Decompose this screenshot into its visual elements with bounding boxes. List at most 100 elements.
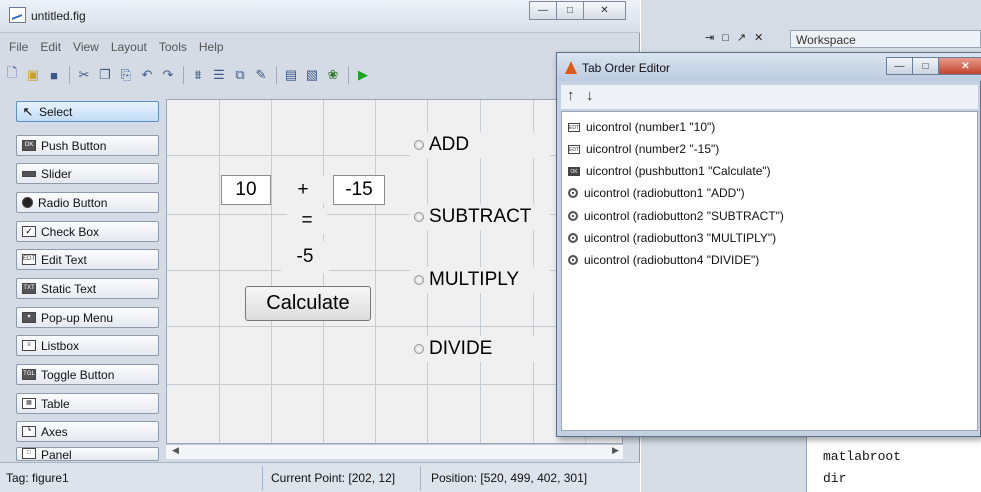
close-button[interactable]: ✕ (938, 57, 981, 75)
guide-window: untitled.fig — □ ✕ File Edit View Layout… (0, 0, 640, 492)
palette-edit-text[interactable]: EDT Edit Text (16, 249, 159, 270)
palette-label: Static Text (41, 281, 97, 296)
palette-panel[interactable]: □ Panel (16, 447, 159, 461)
radio-divide[interactable]: DIVIDE (410, 336, 550, 362)
radio-button-icon (568, 211, 578, 221)
minimize-button[interactable]: — (529, 1, 557, 20)
radio-multiply[interactable]: MULTIPLY (410, 267, 550, 293)
maximize-button[interactable]: □ (556, 1, 584, 20)
guide-window-controls: — □ ✕ (529, 1, 626, 20)
object-browser-icon[interactable]: ❀ (323, 65, 343, 85)
maximize-pane-icon[interactable]: □ (722, 32, 737, 44)
maximize-button[interactable]: □ (912, 57, 939, 75)
redo-icon[interactable]: ↷ (158, 65, 178, 85)
tab-order-item-label: uicontrol (radiobutton1 "ADD") (584, 186, 745, 200)
undo-icon[interactable]: ↶ (137, 65, 157, 85)
palette-popup-menu[interactable]: ▾ Pop-up Menu (16, 307, 159, 328)
radio-button-icon (568, 255, 578, 265)
check-box-icon: ✓ (22, 226, 36, 237)
save-icon[interactable]: ■ (44, 65, 64, 85)
layout-canvas[interactable]: 10 + -15 = -5 Calculate ADD SUBTRACT MUL… (166, 99, 623, 444)
tab-order-item[interactable]: uicontrol (radiobutton3 "MULTIPLY") (568, 229, 776, 247)
grid-line (271, 100, 272, 443)
listbox-icon: ≡ (22, 340, 36, 351)
palette-check-box[interactable]: ✓ Check Box (16, 221, 159, 242)
radio-subtract[interactable]: SUBTRACT (410, 204, 550, 230)
close-pane-icon[interactable]: ✕ (754, 32, 771, 44)
palette-label: Axes (41, 424, 68, 439)
align-objects-icon[interactable]: ⩩ (188, 65, 208, 85)
menu-tools[interactable]: Tools (154, 36, 194, 58)
arrow-cursor-icon: ↖ (22, 104, 34, 119)
grid-line (375, 100, 376, 443)
menu-layout[interactable]: Layout (106, 36, 154, 58)
palette-radio-button[interactable]: Radio Button (16, 192, 159, 213)
open-file-icon[interactable]: ▣ (23, 65, 43, 85)
move-up-icon[interactable]: ↑ (567, 87, 575, 104)
history-entry[interactable]: matlabroot (823, 449, 901, 464)
palette-listbox[interactable]: ≡ Listbox (16, 335, 159, 356)
history-entry[interactable]: dir (823, 471, 846, 486)
pin-icon[interactable]: ↗ (737, 32, 754, 44)
palette-toggle-button[interactable]: TGL Toggle Button (16, 364, 159, 385)
tab-order-editor-title: Tab Order Editor (582, 61, 671, 75)
palette-label: Pop-up Menu (41, 310, 114, 325)
menu-view[interactable]: View (68, 36, 106, 58)
radio-dot-icon (414, 344, 424, 354)
figure-file-icon (9, 7, 26, 23)
workspace-tab[interactable]: Workspace (790, 30, 981, 48)
number1-edit[interactable]: 10 (221, 175, 271, 205)
toolbar-editor-icon[interactable]: ✎ (251, 65, 271, 85)
undock-icon[interactable]: ⇥ (705, 32, 722, 44)
palette-slider[interactable]: Slider (16, 163, 159, 184)
new-figure-icon[interactable]: 🗋 (2, 65, 22, 85)
palette-select[interactable]: ↖ Select (16, 101, 159, 122)
tab-order-editor-window-controls: — □ ✕ (886, 57, 981, 75)
paste-icon[interactable]: ⎘ (116, 65, 136, 85)
menu-editor-icon[interactable]: ☰ (209, 65, 229, 85)
scroll-right-icon[interactable]: ▶ (612, 445, 619, 456)
copy-icon[interactable]: ❐ (95, 65, 115, 85)
table-icon: ▦ (22, 398, 36, 409)
cut-icon[interactable]: ✂ (74, 65, 94, 85)
radio-add[interactable]: ADD (410, 132, 550, 158)
popup-menu-icon: ▾ (22, 312, 36, 323)
palette-label: Push Button (41, 138, 107, 153)
menu-help[interactable]: Help (194, 36, 231, 58)
calculate-button[interactable]: Calculate (245, 286, 371, 321)
palette-label: Check Box (41, 224, 100, 239)
menu-file[interactable]: File (4, 36, 35, 58)
close-button[interactable]: ✕ (583, 1, 626, 20)
tab-order-item[interactable]: uicontrol (radiobutton2 "SUBTRACT") (568, 207, 784, 225)
tab-order-editor-icon[interactable]: ⧉ (230, 65, 250, 85)
number2-edit[interactable]: -15 (333, 175, 385, 205)
palette-static-text[interactable]: TXT Static Text (16, 278, 159, 299)
canvas-horizontal-scrollbar[interactable]: ◀ ▶ (166, 444, 623, 459)
radio-dot-icon (414, 212, 424, 222)
run-figure-icon[interactable]: ▶ (353, 65, 373, 85)
scroll-left-icon[interactable]: ◀ (172, 445, 179, 456)
axes-icon: ┗ (22, 426, 36, 437)
guide-toolbar: 🗋 ▣ ■ ✂ ❐ ⎘ ↶ ↷ ⩩ ☰ ⧉ ✎ ▤ ▧ ❀ ▶ (0, 62, 640, 88)
property-inspector-icon[interactable]: ▧ (302, 65, 322, 85)
move-down-icon[interactable]: ↓ (586, 87, 594, 104)
palette-axes[interactable]: ┗ Axes (16, 421, 159, 442)
status-separator (420, 466, 421, 490)
minimize-button[interactable]: — (886, 57, 913, 75)
tab-order-item[interactable]: EDT uicontrol (number1 "10") (568, 118, 715, 136)
toolbar-separator (276, 66, 277, 84)
palette-push-button[interactable]: OK Push Button (16, 135, 159, 156)
tab-order-item[interactable]: EDT uicontrol (number2 "-15") (568, 140, 719, 158)
slider-icon (22, 170, 36, 177)
tab-order-item[interactable]: uicontrol (radiobutton1 "ADD") (568, 184, 745, 202)
dock-controls: ⇥□↗✕ (705, 31, 771, 44)
tab-order-item[interactable]: OK uicontrol (pushbutton1 "Calculate") (568, 162, 771, 180)
m-file-editor-icon[interactable]: ▤ (281, 65, 301, 85)
result-label: -5 (281, 241, 329, 273)
toolbar-separator (183, 66, 184, 84)
palette-table[interactable]: ▦ Table (16, 393, 159, 414)
menu-edit[interactable]: Edit (35, 36, 68, 58)
status-position: Position: [520, 499, 402, 301] (431, 471, 588, 485)
tab-order-item[interactable]: uicontrol (radiobutton4 "DIVIDE") (568, 251, 759, 269)
palette-label: Edit Text (41, 252, 87, 267)
